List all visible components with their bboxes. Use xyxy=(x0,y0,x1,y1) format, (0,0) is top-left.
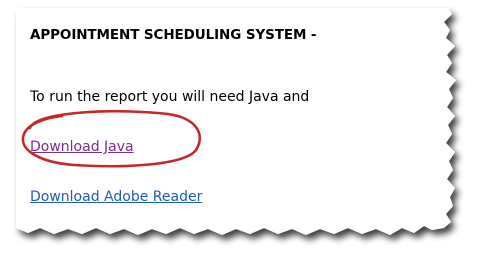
page-title: APPOINTMENT SCHEDULING SYSTEM - xyxy=(30,27,317,43)
download-java-link[interactable]: Download Java xyxy=(30,139,134,155)
screenshot-stage: APPOINTMENT SCHEDULING SYSTEM - To run t… xyxy=(0,0,481,254)
content-panel: APPOINTMENT SCHEDULING SYSTEM - To run t… xyxy=(30,0,450,240)
instruction-text: To run the report you will need Java and xyxy=(30,89,310,105)
download-adobe-reader-link[interactable]: Download Adobe Reader xyxy=(30,189,202,205)
